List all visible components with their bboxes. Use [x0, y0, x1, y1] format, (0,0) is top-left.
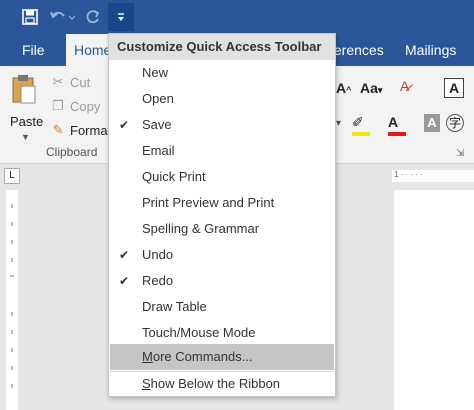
menu-item-save[interactable]: ✔ Save [110, 112, 334, 138]
tab-file[interactable]: File [22, 34, 45, 66]
menu-item-label: Touch/Mouse Mode [142, 325, 256, 340]
menu-item-open[interactable]: Open [110, 86, 334, 112]
horizontal-ruler[interactable]: 1 · · · · · [392, 170, 474, 182]
tab-references[interactable]: ferences [330, 34, 384, 66]
font-color-icon[interactable]: A [388, 114, 398, 130]
scissors-icon: ✂ [52, 74, 64, 89]
copy-button[interactable]: ❐ Copy [50, 95, 100, 117]
menu-item-label: Undo [142, 247, 174, 262]
menu-item-label: how Below the Ribbon [150, 376, 281, 391]
tab-mailings[interactable]: Mailings [405, 34, 456, 66]
ruler-ticks [10, 204, 14, 388]
menu-item-new[interactable]: New [110, 60, 334, 86]
grow-font-icon[interactable]: A^ [336, 80, 351, 96]
copy-label: Copy [70, 98, 101, 114]
format-painter-button[interactable]: ✎ Format [50, 119, 112, 141]
menu-item-label: Draw Table [142, 299, 207, 314]
chevron-down-icon[interactable]: ▼ [21, 132, 30, 142]
menu-item-label: Open [142, 91, 174, 106]
menu-item-print-preview-and-print[interactable]: Print Preview and Print [110, 190, 334, 216]
format-painter-label: Format [70, 122, 112, 138]
menu-item-label: Spelling & Grammar [142, 221, 260, 236]
quick-access-toolbar [0, 0, 474, 34]
enclose-characters-icon[interactable]: 字 [446, 114, 464, 132]
menu-item-label: New [142, 65, 169, 80]
menu-header: Customize Quick Access Toolbar [109, 34, 335, 60]
menu-item-label: Email [142, 143, 175, 158]
paintbrush-icon: ✎ [52, 122, 64, 137]
paste-label: Paste [10, 114, 44, 129]
menu-item-label: Save [142, 117, 172, 132]
cut-label: Cut [70, 74, 91, 90]
chevron-down-icon[interactable]: ▾ [336, 118, 341, 129]
clipboard-group-label: Clipboard [46, 145, 98, 159]
menu-item-undo[interactable]: ✔ Undo [110, 242, 334, 268]
customize-qat-icon[interactable] [108, 3, 134, 31]
copy-icon: ❐ [52, 98, 64, 113]
character-border-box-icon[interactable]: A [444, 78, 464, 98]
menu-item-label: Quick Print [142, 169, 206, 184]
font-color-bar [388, 132, 406, 136]
checkmark-icon: ✔ [119, 118, 130, 132]
menu-item-label: Print Preview and Print [142, 195, 275, 210]
menu-item-label: Redo [142, 273, 174, 288]
clear-formatting-icon[interactable]: A̷ [400, 78, 409, 94]
tab-selector[interactable]: L [4, 168, 20, 184]
save-icon[interactable] [18, 5, 42, 29]
menu-item-email[interactable]: Email [110, 138, 334, 164]
redo-icon[interactable] [82, 5, 104, 29]
access-key: S [142, 376, 151, 391]
checkmark-icon: ✔ [119, 274, 130, 288]
undo-icon[interactable] [48, 5, 78, 29]
highlighter-icon[interactable]: ✐ [352, 114, 364, 131]
dialog-launcher-icon[interactable]: ⇲ [456, 148, 464, 159]
menu-item-draw-table[interactable]: Draw Table [110, 294, 334, 320]
character-shading-icon[interactable]: A [424, 114, 440, 132]
menu-item-quick-print[interactable]: Quick Print [110, 164, 334, 190]
cut-button[interactable]: ✂ Cut [50, 71, 91, 93]
document-page[interactable] [394, 190, 474, 410]
checkmark-icon: ✔ [119, 248, 130, 262]
change-case-icon[interactable]: Aa▾ [360, 80, 382, 96]
customize-qat-menu: Customize Quick Access Toolbar New Open ✔ S… [108, 33, 336, 397]
menu-item-redo[interactable]: ✔ Redo [110, 268, 334, 294]
access-key: M [142, 349, 153, 364]
clipboard-icon [12, 75, 36, 104]
menu-item-spelling-grammar[interactable]: Spelling & Grammar [110, 216, 334, 242]
menu-item-show-below-ribbon[interactable]: Show Below the Ribbon [110, 371, 334, 397]
paste-button[interactable]: Paste ▼ [6, 72, 44, 148]
menu-item-label: ore Commands... [152, 349, 253, 364]
vertical-ruler[interactable] [6, 190, 18, 410]
menu-item-more-commands[interactable]: More Commands... [110, 344, 334, 370]
highlight-color-bar [352, 132, 370, 136]
menu-item-touch-mouse-mode[interactable]: Touch/Mouse Mode [110, 320, 334, 346]
